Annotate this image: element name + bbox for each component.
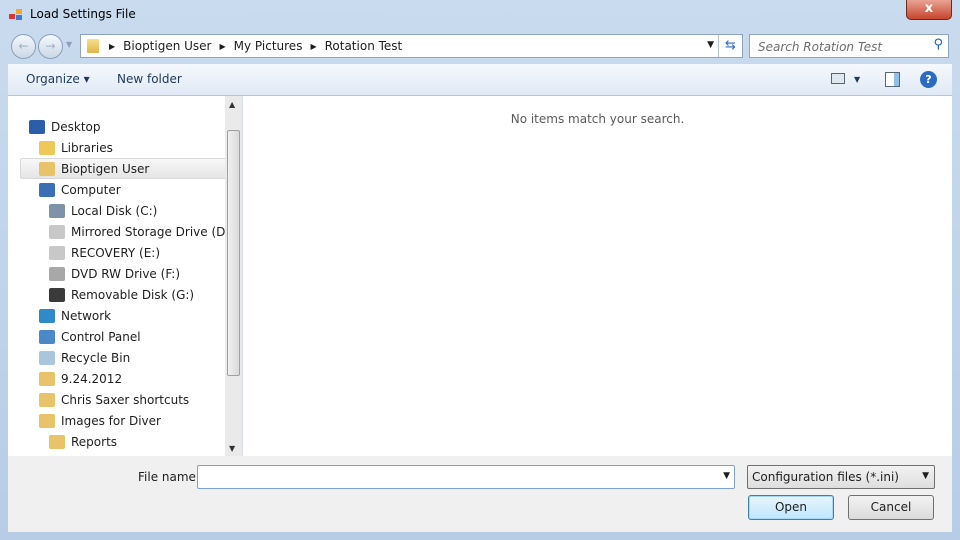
sidebar-item-label: Desktop: [51, 119, 101, 134]
breadcrumb-my-pictures[interactable]: ▶ My Pictures: [220, 39, 303, 53]
chevron-right-icon: ▶: [109, 41, 116, 51]
sidebar-item[interactable]: Libraries: [20, 137, 235, 158]
close-button[interactable]: x: [906, 0, 952, 20]
toolbar: Organize ▾ New folder ▼ ?: [8, 64, 952, 96]
chevron-down-icon[interactable]: ▼: [723, 471, 730, 481]
sidebar-item-label: Computer: [61, 182, 121, 197]
sidebar-item[interactable]: Desktop: [10, 116, 225, 137]
recycle-bin-icon: [39, 350, 55, 365]
sidebar-item[interactable]: Network: [20, 305, 235, 326]
computer-icon: [39, 182, 55, 197]
file-list[interactable]: [243, 96, 952, 456]
search-icon[interactable]: ⚲: [933, 37, 943, 52]
network-icon: [39, 308, 55, 323]
breadcrumb-label: Rotation Test: [324, 39, 403, 53]
app-icon: [9, 9, 23, 21]
view-dropdown[interactable]: ▼: [854, 75, 860, 84]
drive-icon: [49, 224, 65, 239]
window-title: Load Settings File: [30, 7, 136, 21]
organize-button[interactable]: Organize ▾: [26, 72, 90, 86]
back-button[interactable]: ←: [11, 34, 36, 59]
scrollbar-thumb[interactable]: [227, 130, 240, 376]
sidebar-item-label: Bioptigen User: [61, 161, 150, 176]
breadcrumb-bioptigen-user[interactable]: ▶ Bioptigen User: [109, 39, 212, 53]
folder-icon: [39, 392, 55, 407]
sidebar-item-label: Removable Disk (G:): [71, 287, 195, 302]
breadcrumb-label: My Pictures: [233, 39, 303, 53]
folder-icon: [39, 371, 55, 386]
file-name-label: File name:: [138, 470, 200, 484]
sidebar-item[interactable]: Bioptigen User: [20, 158, 235, 179]
sidebar-item[interactable]: DVD RW Drive (F:): [30, 263, 242, 284]
preview-pane-icon[interactable]: [885, 72, 900, 87]
desktop-icon: [29, 119, 45, 134]
address-bar[interactable]: ▶ Bioptigen User ▶ My Pictures ▶ Rotation T…: [80, 34, 743, 58]
sidebar-item-label: Chris Saxer shortcuts: [61, 392, 190, 407]
scroll-down-arrow[interactable]: ▼: [229, 444, 235, 453]
chevron-down-icon: ▼: [922, 471, 929, 481]
folder-icon: [49, 434, 65, 449]
user-folder-icon: [39, 161, 55, 176]
file-type-select[interactable]: Configuration files (*.ini) ▼: [747, 465, 935, 489]
sidebar-item[interactable]: Chris Saxer shortcuts: [20, 389, 235, 410]
sidebar-item[interactable]: Recycle Bin: [20, 347, 235, 368]
empty-message: No items match your search.: [510, 112, 685, 126]
open-button[interactable]: Open: [748, 495, 834, 520]
search-input[interactable]: Search Rotation Test ⚲: [749, 34, 949, 58]
refresh-button[interactable]: ⇆: [718, 35, 742, 57]
system-drive-icon: [49, 203, 65, 218]
chevron-right-icon: ▶: [219, 41, 226, 51]
new-folder-button[interactable]: New folder: [117, 72, 182, 86]
sidebar-item-label: Images for Diver: [61, 413, 161, 428]
sidebar-item-label: DVD RW Drive (F:): [71, 266, 181, 281]
sidebar-item[interactable]: Control Panel: [20, 326, 235, 347]
navigation-pane: Desktop Libraries Bioptigen User Computer Lo…: [8, 96, 243, 456]
sidebar-item[interactable]: 9.24.2012: [20, 368, 235, 389]
sidebar-item-label: Libraries: [61, 140, 113, 155]
change-view-icon[interactable]: [831, 73, 845, 84]
recent-pages-dropdown[interactable]: ▼: [66, 40, 72, 49]
breadcrumb-label: Bioptigen User: [123, 39, 212, 53]
file-name-input[interactable]: ▼: [197, 465, 735, 489]
folder-icon: [39, 413, 55, 428]
sidebar-item[interactable]: RECOVERY (E:): [30, 242, 242, 263]
sidebar-item[interactable]: Reports: [30, 431, 242, 452]
chevron-right-icon: ▶: [310, 41, 317, 51]
sidebar-item-label: Local Disk (C:): [71, 203, 158, 218]
address-dropdown[interactable]: ▼: [707, 40, 714, 50]
sidebar-item-label: Recycle Bin: [61, 350, 131, 365]
sidebar-item[interactable]: Local Disk (C:): [30, 200, 242, 221]
drive-icon: [49, 245, 65, 260]
search-placeholder: Search Rotation Test: [758, 40, 883, 54]
sidebar-item[interactable]: Mirrored Storage Drive (D:): [30, 221, 242, 242]
removable-disk-icon: [49, 287, 65, 302]
sidebar-item[interactable]: Images for Diver: [20, 410, 235, 431]
cancel-button[interactable]: Cancel: [848, 495, 934, 520]
dvd-drive-icon: [49, 266, 65, 281]
help-icon[interactable]: ?: [920, 71, 937, 88]
folder-icon: [87, 39, 99, 53]
sidebar-item[interactable]: Removable Disk (G:): [30, 284, 242, 305]
breadcrumb-rotation-test[interactable]: ▶ Rotation Test: [310, 39, 402, 53]
control-panel-icon: [39, 329, 55, 344]
sidebar-item-label: Control Panel: [61, 329, 141, 344]
sidebar-item[interactable]: Computer: [20, 179, 235, 200]
libraries-icon: [39, 140, 55, 155]
sidebar-item-label: Network: [61, 308, 112, 323]
file-type-value: Configuration files (*.ini): [752, 470, 899, 484]
sidebar-item-label: Reports: [71, 434, 118, 449]
sidebar-item-label: RECOVERY (E:): [71, 245, 161, 260]
forward-button[interactable]: →: [38, 34, 63, 59]
scroll-up-arrow[interactable]: ▲: [229, 100, 235, 109]
sidebar-item-label: Mirrored Storage Drive (D:): [71, 224, 235, 239]
sidebar-item-label: 9.24.2012: [61, 371, 123, 386]
